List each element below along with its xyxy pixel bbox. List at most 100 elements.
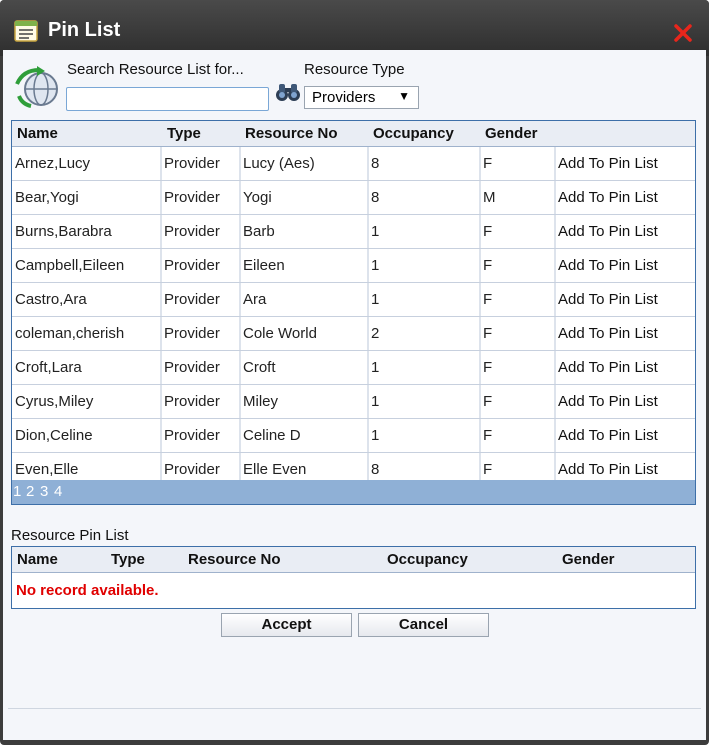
column-header-occupancy[interactable]: Occupancy (373, 125, 454, 142)
title-bar[interactable]: Pin List (0, 0, 709, 56)
binoculars-icon[interactable] (275, 82, 301, 102)
table-row[interactable]: Burns,Barabra Provider Barb 1 F Add To Pin Li… (12, 215, 695, 249)
table-row[interactable]: Castro,Ara Provider Ara 1 F Add To Pin List (12, 283, 695, 317)
empty-message: No record available. (16, 582, 159, 599)
cell-name: Croft,Lara (15, 359, 82, 376)
grid-body: Arnez,Lucy Provider Lucy (Aes) 8 F Add To Pin… (12, 147, 695, 487)
page-link-4[interactable]: 4 (54, 483, 62, 500)
column-divider (554, 385, 556, 418)
table-row[interactable]: coleman,cherish Provider Cole World 2 F Add T… (12, 317, 695, 351)
column-divider (479, 351, 481, 384)
column-divider (239, 419, 241, 452)
pin-column-header-occupancy[interactable]: Occupancy (387, 551, 468, 568)
cell-type: Provider (164, 189, 220, 206)
cell-resource-no: Ara (243, 291, 267, 308)
cell-resource-no: Elle Even (243, 461, 307, 478)
column-divider (239, 317, 241, 350)
column-divider (367, 147, 369, 180)
column-divider (239, 249, 241, 282)
add-to-pin-list-link[interactable]: Add To Pin List (558, 223, 658, 240)
add-to-pin-list-link[interactable]: Add To Pin List (558, 189, 658, 206)
add-to-pin-list-link[interactable]: Add To Pin List (558, 291, 658, 308)
close-x-icon[interactable] (672, 22, 694, 44)
cell-resource-no: Croft (243, 359, 276, 376)
column-divider (479, 215, 481, 248)
pin-column-header-name[interactable]: Name (17, 551, 58, 568)
cell-type: Provider (164, 155, 220, 172)
cell-name: Dion,Celine (15, 427, 93, 444)
column-divider (554, 249, 556, 282)
cell-type: Provider (164, 223, 220, 240)
add-to-pin-list-link[interactable]: Add To Pin List (558, 325, 658, 342)
column-divider (160, 385, 162, 418)
add-to-pin-list-link[interactable]: Add To Pin List (558, 427, 658, 444)
cell-name: Arnez,Lucy (15, 155, 91, 172)
column-divider (160, 181, 162, 214)
table-row[interactable]: Bear,Yogi Provider Yogi 8 M Add To Pin List (12, 181, 695, 215)
cell-gender: F (483, 393, 493, 410)
cell-type: Provider (164, 393, 220, 410)
pin-column-header-resource-no[interactable]: Resource No (188, 551, 281, 568)
cell-occupancy: 8 (371, 189, 380, 206)
column-divider (554, 317, 556, 350)
cell-gender: F (483, 223, 493, 240)
column-divider (239, 181, 241, 214)
cell-resource-no: Eileen (243, 257, 285, 274)
pin-column-header-gender[interactable]: Gender (562, 551, 615, 568)
pin-list-dialog: Pin List Search Resource List for... Res… (0, 0, 709, 745)
column-divider (239, 283, 241, 316)
cell-gender: F (483, 427, 493, 444)
column-divider (479, 181, 481, 214)
globe-refresh-icon[interactable] (13, 66, 63, 108)
table-row[interactable]: Arnez,Lucy Provider Lucy (Aes) 8 F Add To Pin… (12, 147, 695, 181)
pin-column-header-type[interactable]: Type (111, 551, 145, 568)
column-header-gender[interactable]: Gender (485, 125, 538, 142)
cell-type: Provider (164, 427, 220, 444)
cancel-button[interactable]: Cancel (358, 613, 489, 637)
column-header-type[interactable]: Type (167, 125, 201, 142)
pin-grid-header: Name Type Resource No Occupancy Gender (12, 547, 695, 573)
dialog-title: Pin List (48, 19, 121, 41)
cell-type: Provider (164, 461, 220, 478)
column-divider (367, 317, 369, 350)
cell-name: Cyrus,Miley (15, 393, 94, 410)
column-divider (160, 419, 162, 452)
dialog-body: Search Resource List for... Resource Typ… (3, 50, 706, 740)
cell-gender: F (483, 461, 493, 478)
column-divider (367, 283, 369, 316)
cell-name: Even,Elle (15, 461, 79, 478)
accept-button[interactable]: Accept (221, 613, 352, 637)
cell-type: Provider (164, 359, 220, 376)
add-to-pin-list-link[interactable]: Add To Pin List (558, 155, 658, 172)
column-divider (367, 181, 369, 214)
page-link-3[interactable]: 3 (40, 483, 48, 500)
table-row[interactable]: Campbell,Eileen Provider Eileen 1 F Add To Pi… (12, 249, 695, 283)
table-row[interactable]: Croft,Lara Provider Croft 1 F Add To Pin List (12, 351, 695, 385)
column-divider (479, 419, 481, 452)
cell-name: Burns,Barabra (15, 223, 112, 240)
search-label: Search Resource List for... (67, 61, 244, 78)
add-to-pin-list-link[interactable]: Add To Pin List (558, 393, 658, 410)
cell-resource-no: Barb (243, 223, 275, 240)
column-divider (554, 283, 556, 316)
cell-occupancy: 1 (371, 223, 380, 240)
dropdown-arrow-icon: ▼ (398, 89, 410, 103)
search-input[interactable] (66, 87, 269, 111)
add-to-pin-list-link[interactable]: Add To Pin List (558, 257, 658, 274)
page-link-1[interactable]: 1 (13, 483, 21, 500)
column-divider (554, 419, 556, 452)
column-divider (239, 147, 241, 180)
column-header-name[interactable]: Name (17, 125, 58, 142)
cell-occupancy: 8 (371, 155, 380, 172)
column-divider (160, 317, 162, 350)
table-row[interactable]: Cyrus,Miley Provider Miley 1 F Add To Pin Lis… (12, 385, 695, 419)
add-to-pin-list-link[interactable]: Add To Pin List (558, 461, 658, 478)
page-link-2[interactable]: 2 (26, 483, 34, 500)
column-header-resource-no[interactable]: Resource No (245, 125, 338, 142)
resource-grid: Name Type Resource No Occupancy Gender A… (11, 120, 696, 505)
add-to-pin-list-link[interactable]: Add To Pin List (558, 359, 658, 376)
table-row[interactable]: Dion,Celine Provider Celine D 1 F Add To Pin … (12, 419, 695, 453)
resource-type-select[interactable]: Providers ▼ (304, 86, 419, 109)
cell-type: Provider (164, 257, 220, 274)
cell-resource-no: Cole World (243, 325, 317, 342)
